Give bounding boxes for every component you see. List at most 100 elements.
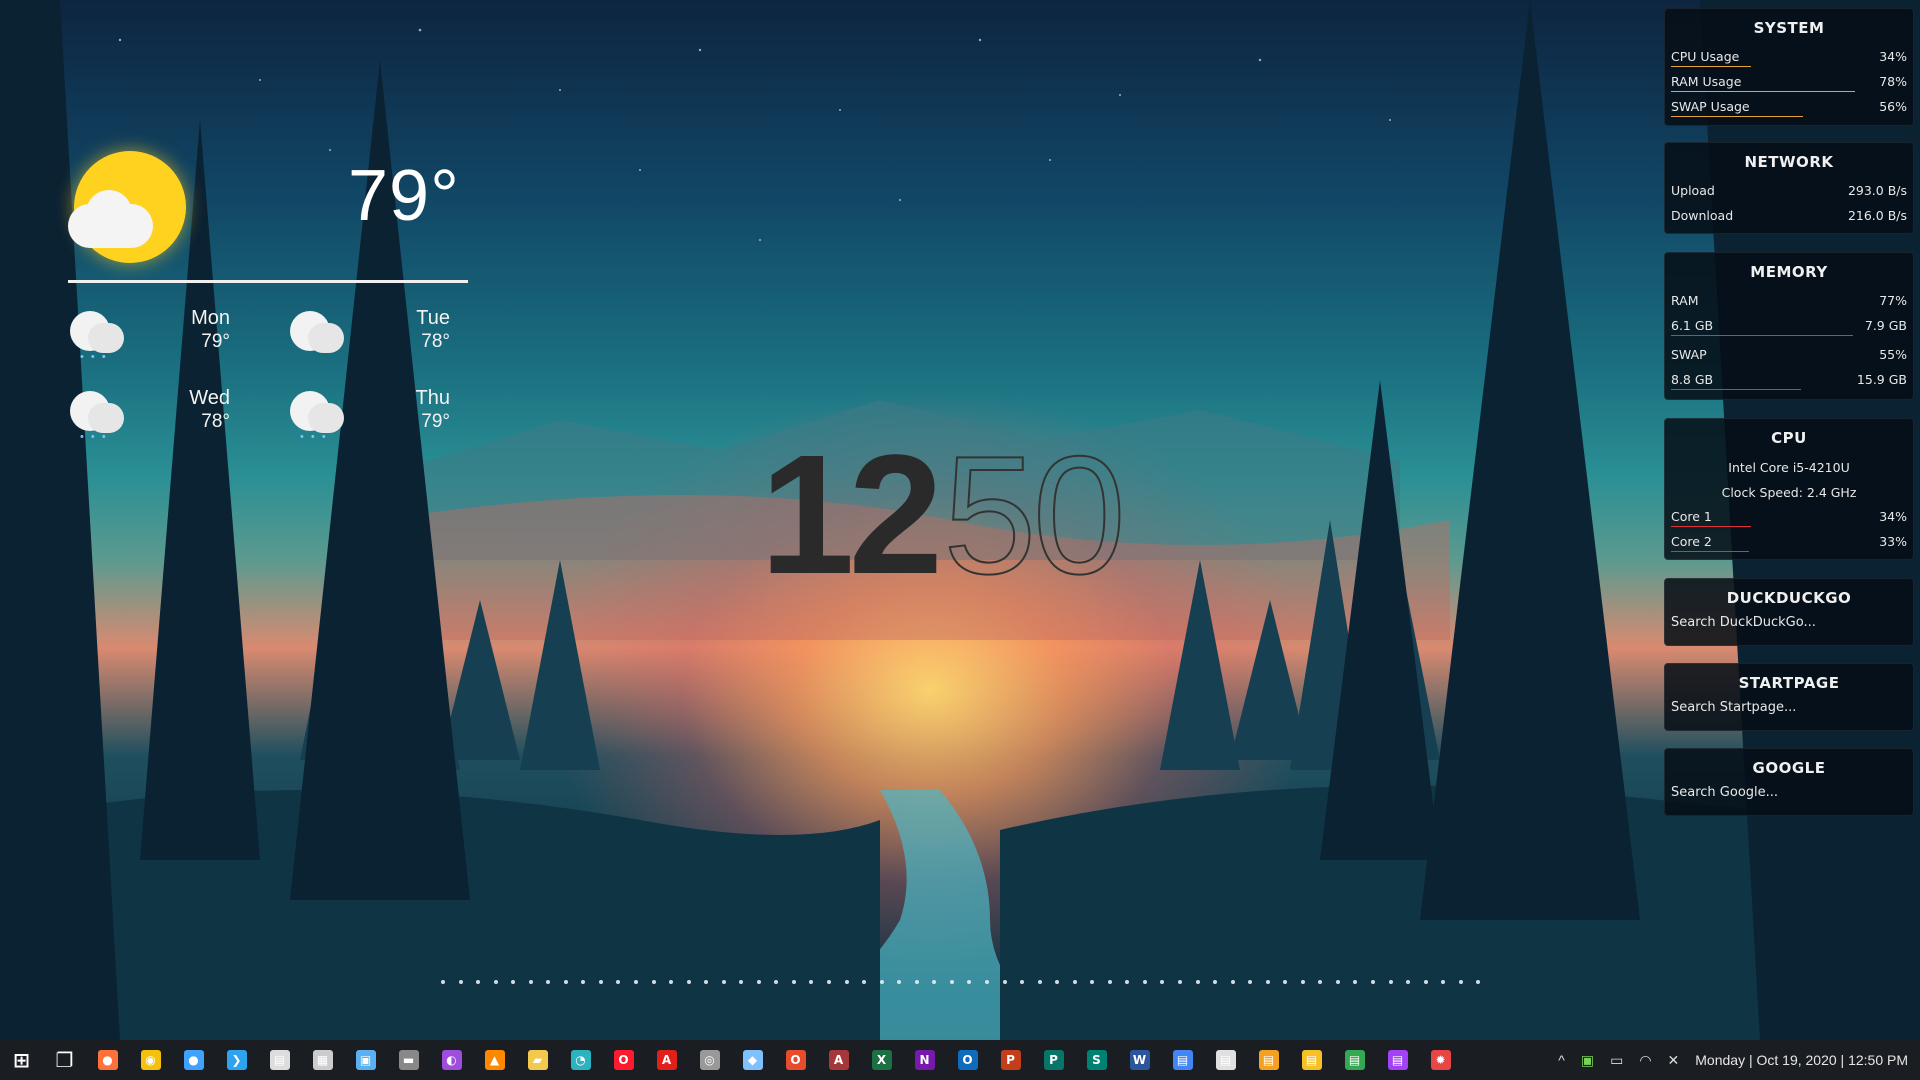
dock-dot [1335,980,1340,984]
row-label: Download [1671,208,1734,223]
access-icon[interactable]: A [817,1040,860,1080]
paint3d-icon[interactable]: ◆ [731,1040,774,1080]
dock-dot [774,980,779,984]
tor-icon[interactable]: ◐ [430,1040,473,1080]
task-view-icon[interactable]: ❐ [43,1040,86,1080]
ram-detail-row: 6.1 GB 7.9 GB [1671,314,1907,339]
weather-divider [68,280,468,283]
opera-icon[interactable]: O [602,1040,645,1080]
docs-icon[interactable]: ▤ [1161,1040,1204,1080]
dock-dot [1441,980,1446,984]
vscode-icon[interactable]: ❯ [215,1040,258,1080]
download-row: Download 216.0 B/s [1671,204,1907,229]
firefox-dev-icon[interactable]: ● [172,1040,215,1080]
taskbar: ⊞ ❐ ● ◉ ● ❯ ▤ ▦ ▣ ▬ ◐ ▲ ▰ ◔ O A ◎ ◆ O A X N O P P S W ▤ ▤ ▤ ▤ ▤ ▤ ✹ ^ ▣ ▭… [0,1040,1920,1080]
dock-dot [739,980,744,984]
forecast-day: Tue 78° [288,305,468,365]
dock-dot [1142,980,1147,984]
volume-muted-icon[interactable]: ✕ [1668,1052,1680,1069]
dock-dot [862,980,867,984]
row-label: RAM Usage [1671,74,1742,89]
dock-dot [914,980,919,984]
office-icon[interactable]: O [774,1040,817,1080]
dock-dot [581,980,586,984]
forms-icon[interactable]: ▤ [1376,1040,1419,1080]
keep-icon[interactable]: ▤ [1290,1040,1333,1080]
dock-dot [511,980,516,984]
file-explorer-icon[interactable]: ▰ [516,1040,559,1080]
show-hidden-icons-chevron-icon[interactable]: ^ [1558,1052,1565,1068]
dock-dot [651,980,656,984]
clock-minutes: 50 [942,421,1127,609]
dock-dot [1002,980,1007,984]
current-temperature: 79° [348,156,460,236]
vlc-icon[interactable]: ▲ [473,1040,516,1080]
dock-dot [704,980,709,984]
outlook-icon[interactable]: O [946,1040,989,1080]
dock-dot [1458,980,1463,984]
startpage-search-input[interactable]: Search Startpage... [1671,700,1907,715]
onenote-icon[interactable]: N [903,1040,946,1080]
usage-bar [1671,65,1752,67]
dock-dot [1177,980,1182,984]
forecast-day-label: Wed [189,387,230,409]
dock-dot [563,980,568,984]
row-label: CPU Usage [1671,49,1740,64]
calculator-icon[interactable]: ▦ [301,1040,344,1080]
word-icon[interactable]: W [1118,1040,1161,1080]
sheets-icon[interactable]: ▤ [1333,1040,1376,1080]
wifi-icon[interactable]: ◠ [1639,1052,1651,1069]
excel-icon[interactable]: X [860,1040,903,1080]
dock-dot [1476,980,1481,984]
row-label: Upload [1671,183,1715,198]
dock-dot [669,980,674,984]
dock-dot [1213,980,1218,984]
dock-dot [441,980,445,984]
forecast-day-label: Tue [416,307,450,329]
slides-icon[interactable]: ▤ [1247,1040,1290,1080]
dock-dot [827,980,832,984]
google-search-input[interactable]: Search Google... [1671,785,1907,800]
row-label: SWAP Usage [1671,99,1750,114]
row-value: 55% [1879,347,1907,362]
rain-cloud-icon: • • • [68,307,128,363]
duckduckgo-search-input[interactable]: Search DuckDuckGo... [1671,615,1907,630]
battery-icon[interactable]: ▭ [1610,1052,1623,1069]
dock-dot [1353,980,1358,984]
usage-bar [1671,115,1804,117]
file-icon[interactable]: ▤ [1204,1040,1247,1080]
edge-icon[interactable]: ◔ [559,1040,602,1080]
taskbar-datetime[interactable]: Monday | Oct 19, 2020 | 12:50 PM [1695,1052,1908,1068]
startpage-panel: STARTPAGE Search Startpage... [1664,663,1914,731]
row-value: 33% [1879,534,1907,549]
panel-title: NETWORK [1744,153,1834,171]
row-value: 34% [1879,509,1907,524]
publisher-icon[interactable]: P [1032,1040,1075,1080]
notepad-icon[interactable]: ▤ [258,1040,301,1080]
terminal-icon[interactable]: ▬ [387,1040,430,1080]
dock-dot [1107,980,1112,984]
chrome-icon[interactable]: ◉ [129,1040,172,1080]
powerpoint-icon[interactable]: P [989,1040,1032,1080]
dock-dot [1037,980,1042,984]
sway-icon[interactable]: S [1075,1040,1118,1080]
settings-gear-icon[interactable]: ✹ [1419,1040,1462,1080]
swap-bar [1671,388,1801,390]
dock-dot [598,980,603,984]
dock-dot [756,980,761,984]
forecast-day-temp: 78° [201,411,230,432]
dock-dot [1055,980,1060,984]
dock-dot [1388,980,1393,984]
desktop-clock: 1250 [760,429,1127,601]
acrobat-icon[interactable]: A [645,1040,688,1080]
paint-icon[interactable]: ▣ [344,1040,387,1080]
dock-dot [897,980,902,984]
weather-widget: 79° • • • Mon 79° Tue 78° • • • Wed 78° … [68,145,468,445]
nvidia-icon[interactable]: ▣ [1581,1052,1594,1069]
network-panel: NETWORK Upload 293.0 B/s Download 216.0 … [1664,142,1914,234]
dock-dot [1283,980,1288,984]
start-icon[interactable]: ⊞ [0,1040,43,1080]
firefox-icon[interactable]: ● [86,1040,129,1080]
forecast-day-label: Thu [415,387,450,409]
controller-icon[interactable]: ◎ [688,1040,731,1080]
